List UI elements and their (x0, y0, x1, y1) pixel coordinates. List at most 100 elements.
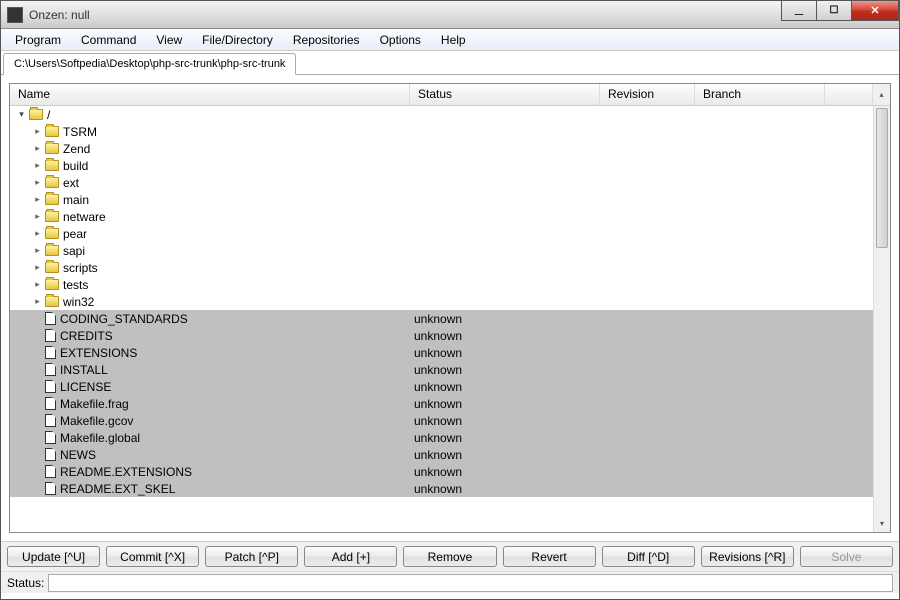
menu-repositories[interactable]: Repositories (283, 30, 370, 50)
row-status: unknown (410, 431, 600, 445)
file-row[interactable]: Makefile.gcovunknown (10, 412, 890, 429)
revisions-button[interactable]: Revisions [^R] (701, 546, 794, 567)
file-row[interactable]: Makefile.fragunknown (10, 395, 890, 412)
column-revision[interactable]: Revision (600, 84, 695, 105)
tab-active[interactable]: C:\Users\Softpedia\Desktop\php-src-trunk… (3, 53, 296, 75)
row-label: README.EXT_SKEL (60, 482, 175, 496)
solve-button[interactable]: Solve (800, 546, 893, 567)
chevron-right-icon[interactable] (32, 245, 43, 256)
statusbar: Status: (1, 571, 899, 593)
folder-row[interactable]: netware (10, 208, 890, 225)
file-icon (45, 346, 56, 359)
tree-body[interactable]: / TSRM Zendbuild ext mainnetwarepear sapi scri… (10, 106, 890, 532)
file-icon (45, 312, 56, 325)
minimize-button[interactable] (781, 1, 817, 21)
chevron-right-icon[interactable] (32, 194, 43, 205)
folder-row[interactable]: build (10, 157, 890, 174)
folder-row[interactable]: tests (10, 276, 890, 293)
row-label: Zend (63, 142, 90, 156)
folder-row[interactable]: Zend (10, 140, 890, 157)
menu-file-directory[interactable]: File/Directory (192, 30, 283, 50)
row-label: LICENSE (60, 380, 111, 394)
folder-row[interactable]: TSRM (10, 123, 890, 140)
column-name[interactable]: Name (10, 84, 410, 105)
chevron-right-icon[interactable] (32, 143, 43, 154)
row-label: sapi (63, 244, 85, 258)
folder-row[interactable]: / (10, 106, 890, 123)
folder-row[interactable]: pear (10, 225, 890, 242)
add-button[interactable]: Add [+] (304, 546, 397, 567)
row-label: main (63, 193, 89, 207)
chevron-right-icon[interactable] (32, 211, 43, 222)
row-label: TSRM (63, 125, 97, 139)
column-status[interactable]: Status (410, 84, 600, 105)
file-row[interactable]: LICENSE unknown (10, 378, 890, 395)
titlebar: Onzen: null (1, 1, 899, 29)
row-label: ext (63, 176, 79, 190)
chevron-right-icon[interactable] (32, 228, 43, 239)
file-row[interactable]: INSTALLunknown (10, 361, 890, 378)
close-button[interactable] (851, 1, 899, 21)
scroll-up-icon[interactable] (873, 84, 890, 105)
status-label: Status: (7, 576, 44, 590)
content-area: Name Status Revision Branch / TSRM Zendbui… (1, 75, 899, 541)
file-icon (45, 414, 56, 427)
remove-button[interactable]: Remove (403, 546, 496, 567)
row-status: unknown (410, 363, 600, 377)
chevron-right-icon[interactable] (32, 160, 43, 171)
status-field (48, 574, 893, 592)
folder-row[interactable]: main (10, 191, 890, 208)
file-row[interactable]: CODING_STANDARDSunknown (10, 310, 890, 327)
row-status: unknown (410, 380, 600, 394)
file-row[interactable]: Makefile.globalunknown (10, 429, 890, 446)
menubar: Program Command View File/Directory Repo… (1, 29, 899, 51)
file-icon (45, 448, 56, 461)
file-row[interactable]: CREDITSunknown (10, 327, 890, 344)
menu-help[interactable]: Help (431, 30, 476, 50)
update-button[interactable]: Update [^U] (7, 546, 100, 567)
tabstrip: C:\Users\Softpedia\Desktop\php-src-trunk… (1, 51, 899, 75)
folder-icon (45, 262, 59, 273)
menu-command[interactable]: Command (71, 30, 146, 50)
scrollbar-thumb[interactable] (876, 108, 888, 248)
folder-icon (45, 177, 59, 188)
chevron-right-icon[interactable] (32, 279, 43, 290)
folder-row[interactable]: scripts (10, 259, 890, 276)
vertical-scrollbar[interactable] (873, 106, 890, 532)
menu-program[interactable]: Program (5, 30, 71, 50)
maximize-button[interactable] (816, 1, 852, 21)
folder-icon (45, 194, 59, 205)
menu-view[interactable]: View (146, 30, 192, 50)
row-label: win32 (63, 295, 94, 309)
chevron-right-icon[interactable] (32, 262, 43, 273)
file-icon (45, 329, 56, 342)
tree-panel: Name Status Revision Branch / TSRM Zendbui… (9, 83, 891, 533)
folder-row[interactable]: sapi (10, 242, 890, 259)
row-label: tests (63, 278, 88, 292)
patch-button[interactable]: Patch [^P] (205, 546, 298, 567)
folder-icon (45, 160, 59, 171)
file-row[interactable]: README.EXT_SKELunknown (10, 480, 890, 497)
menu-options[interactable]: Options (370, 30, 431, 50)
chevron-right-icon[interactable] (32, 296, 43, 307)
row-status: unknown (410, 448, 600, 462)
row-label: Makefile.gcov (60, 414, 133, 428)
row-label: scripts (63, 261, 98, 275)
commit-button[interactable]: Commit [^X] (106, 546, 199, 567)
file-icon (45, 482, 56, 495)
column-branch[interactable]: Branch (695, 84, 825, 105)
scroll-down-icon[interactable] (874, 515, 890, 532)
diff-button[interactable]: Diff [^D] (602, 546, 695, 567)
chevron-right-icon[interactable] (32, 126, 43, 137)
file-icon (45, 465, 56, 478)
file-row[interactable]: EXTENSIONSunknown (10, 344, 890, 361)
file-row[interactable]: NEWSunknown (10, 446, 890, 463)
folder-icon (45, 296, 59, 307)
folder-row[interactable]: ext (10, 174, 890, 191)
chevron-right-icon[interactable] (32, 177, 43, 188)
row-label: Makefile.frag (60, 397, 129, 411)
revert-button[interactable]: Revert (503, 546, 596, 567)
folder-row[interactable]: win32 (10, 293, 890, 310)
file-row[interactable]: README.EXTENSIONSunknown (10, 463, 890, 480)
chevron-down-icon[interactable] (16, 109, 27, 120)
